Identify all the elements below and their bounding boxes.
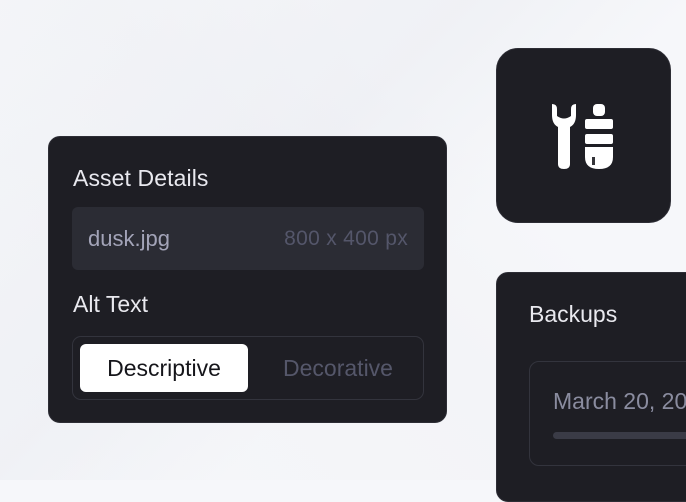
alt-text-segmented-control: Descriptive Decorative [72, 336, 424, 400]
alt-text-label: Alt Text [73, 291, 148, 317]
tools-icon [552, 104, 613, 169]
tools-tile[interactable] [496, 48, 671, 223]
file-dimensions: 800 x 400 px [284, 227, 408, 250]
backups-title: Backups [529, 301, 618, 327]
backups-card: Backups March 20, 20 [496, 272, 686, 502]
backup-progress-bar [553, 432, 686, 439]
file-name: dusk.jpg [88, 226, 170, 251]
backup-list-item[interactable]: March 20, 20 [529, 361, 686, 466]
backup-date: March 20, 20 [553, 388, 686, 414]
asset-details-title: Asset Details [73, 165, 209, 191]
descriptive-option[interactable]: Descriptive [80, 344, 248, 392]
asset-details-card: Asset Details dusk.jpg 800 x 400 px Alt … [48, 136, 447, 423]
decorative-option[interactable]: Decorative [258, 344, 418, 392]
file-info-row: dusk.jpg 800 x 400 px [72, 207, 424, 270]
